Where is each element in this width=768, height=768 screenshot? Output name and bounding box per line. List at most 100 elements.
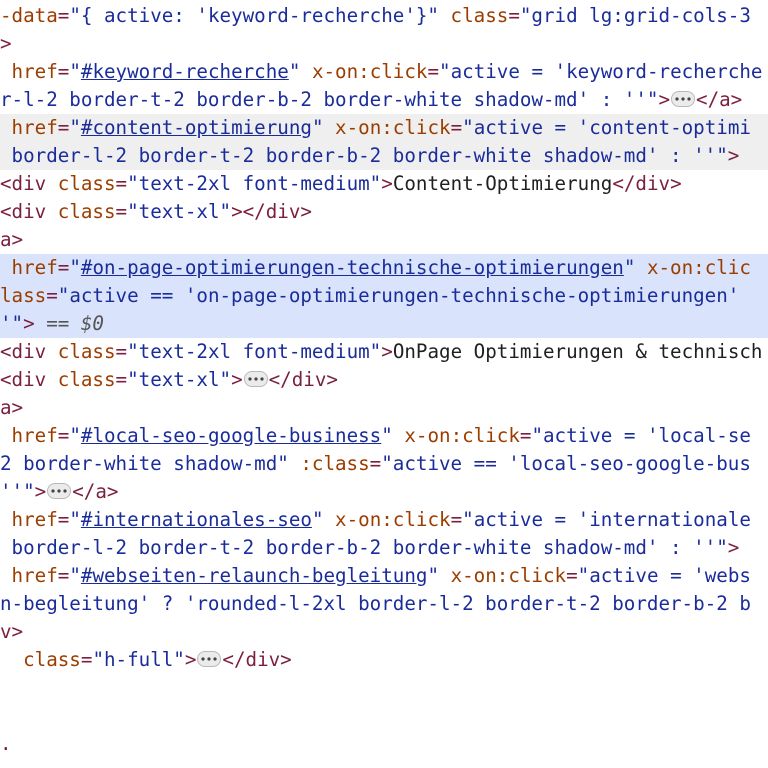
dom-node-line[interactable]: a> (0, 394, 768, 422)
attr-name: href (0, 116, 58, 139)
attr-value: "text-2xl font-medium" (127, 340, 382, 363)
tag-token: </a> (696, 88, 743, 111)
attr-value: " (311, 116, 324, 139)
attr-value: " (69, 508, 81, 531)
attr-name: class (0, 648, 81, 671)
attr-value: '" (0, 312, 24, 335)
expand-ellipsis-icon[interactable] (243, 370, 268, 387)
tag-token: ></div> (231, 200, 312, 223)
anchor-href[interactable]: #internationales-seo (81, 508, 312, 531)
attr-value: ''" (0, 480, 35, 503)
dom-node-line[interactable]: href="#content-optimierung" x-on:click="… (0, 114, 768, 142)
dom-node-line[interactable]: class="h-full"> </div> (0, 646, 768, 674)
attr-name: x-on:click (439, 564, 567, 587)
dom-node-line[interactable] (0, 674, 768, 702)
tag-token: </a> (72, 480, 119, 503)
dom-node-line[interactable]: . (0, 730, 768, 758)
anchor-href[interactable]: #webseiten-relaunch-begleitung (81, 564, 428, 587)
anchor-href[interactable]: #keyword-recherche (81, 60, 289, 83)
dom-node-line[interactable]: v> (0, 618, 768, 646)
attr-value: "active == 'on-page-optimierungen-techni… (57, 284, 751, 307)
anchor-href[interactable]: #on-page-optimierungen-technische-optimi… (81, 256, 624, 279)
tag-token: <div (0, 368, 47, 391)
attr-name: class (46, 172, 116, 195)
dom-node-line[interactable]: ''"> </a> (0, 478, 768, 506)
dom-node-line[interactable]: n-begleitung' ? 'rounded-l-2xl border-l-… (0, 590, 768, 618)
tag-token: = (57, 508, 70, 531)
attr-value: " (311, 508, 324, 531)
attr-value: "text-2xl font-medium" (127, 172, 382, 195)
attr-value: n-begleitung' ? 'rounded-l-2xl border-l-… (0, 592, 751, 615)
tag-token: > (727, 536, 740, 559)
expand-ellipsis-icon[interactable] (47, 482, 72, 499)
tag-token: > (381, 340, 393, 363)
attr-value: " (69, 116, 81, 139)
attr-name: href (0, 564, 58, 587)
dom-node-line[interactable]: -data="{ active: 'keyword-recherche'}" c… (0, 2, 768, 30)
tag-token: = (115, 340, 128, 363)
attr-value: " (69, 424, 81, 447)
attr-value: "active = 'keyword-recherche (439, 60, 763, 83)
attr-value: "active = 'content-optimi (462, 116, 751, 139)
dom-node-line[interactable]: a> (0, 226, 768, 254)
attr-name: class (46, 200, 116, 223)
dom-node-line[interactable]: <div class="text-xl"></div> (0, 198, 768, 226)
tag-token: = (519, 424, 532, 447)
dom-node-line[interactable] (0, 702, 768, 730)
dom-node-line[interactable]: href="#keyword-recherche" x-on:click="ac… (0, 58, 768, 86)
attr-value: " (69, 256, 81, 279)
attr-value: border-l-2 border-t-2 border-b-2 border-… (0, 536, 728, 559)
attr-value: "active = 'local-se (531, 424, 751, 447)
tag-token: = (57, 60, 70, 83)
tag-token: = (566, 564, 578, 587)
dom-node-line[interactable]: <div class="text-xl"></div> (0, 366, 768, 394)
dom-node-line[interactable]: <div class="text-2xl font-medium">Conten… (0, 170, 768, 198)
attr-value: " (381, 424, 393, 447)
tag-token: > (381, 172, 393, 195)
attr-value: "text-xl" (127, 368, 232, 391)
attr-name: class (439, 4, 509, 27)
selected-dom-node-line[interactable]: '"> == $0 (0, 310, 768, 338)
attr-name: href (0, 60, 58, 83)
devtools-elements-panel: -data="{ active: 'keyword-recherche'}" c… (0, 0, 768, 768)
selected-dom-node-line[interactable]: href="#on-page-optimierungen-technische-… (0, 254, 768, 282)
attr-name: lass (0, 284, 47, 307)
dom-node-line[interactable]: <div class="text-2xl font-medium">OnPage… (0, 338, 768, 366)
attr-name: x-on:click (392, 424, 520, 447)
selected-marker: == $0 (34, 312, 104, 335)
attr-value: "active = 'internationale (462, 508, 751, 531)
dom-node-line[interactable]: border-l-2 border-t-2 border-b-2 border-… (0, 534, 768, 562)
attr-name: class (46, 340, 116, 363)
tag-token: > (727, 144, 740, 167)
dom-node-line[interactable]: r-l-2 border-t-2 border-b-2 border-white… (0, 86, 768, 114)
tag-token: <div (0, 172, 47, 195)
dom-node-line[interactable]: href="#internationales-seo" x-on:click="… (0, 506, 768, 534)
dom-node-line[interactable]: 2 border-white shadow-md" :class="active… (0, 450, 768, 478)
attr-name: class (46, 368, 116, 391)
dom-node-line[interactable]: href="#local-seo-google-business" x-on:c… (0, 422, 768, 450)
tag-token: = (57, 116, 70, 139)
dom-node-line[interactable]: href="#webseiten-relaunch-begleitung" x-… (0, 562, 768, 590)
dom-node-line[interactable]: > (0, 30, 768, 58)
attr-name: x-on:click (323, 116, 451, 139)
attr-value: "text-xl" (127, 200, 232, 223)
tag-token: = (57, 4, 70, 27)
text-node: OnPage Optimierungen & technisch (392, 340, 763, 363)
attr-name: href (0, 424, 58, 447)
tag-token: = (57, 424, 70, 447)
attr-name: href (0, 508, 58, 531)
tag-token: a> (0, 396, 24, 419)
selected-dom-node-line[interactable]: lass="active == 'on-page-optimierungen-t… (0, 282, 768, 310)
tag-token: > (231, 368, 243, 391)
anchor-href[interactable]: #content-optimierung (81, 116, 312, 139)
tag-token: <div (0, 200, 47, 223)
tag-token: = (115, 368, 128, 391)
tag-token: > (658, 88, 671, 111)
dom-node-line[interactable]: border-l-2 border-t-2 border-b-2 border-… (0, 142, 768, 170)
anchor-href[interactable]: #local-seo-google-business (81, 424, 381, 447)
text-node: Content-Optimierung (392, 172, 613, 195)
expand-ellipsis-icon[interactable] (197, 650, 222, 667)
tag-token: </div> (612, 172, 682, 195)
tag-token: </div> (222, 648, 292, 671)
expand-ellipsis-icon[interactable] (671, 90, 696, 107)
